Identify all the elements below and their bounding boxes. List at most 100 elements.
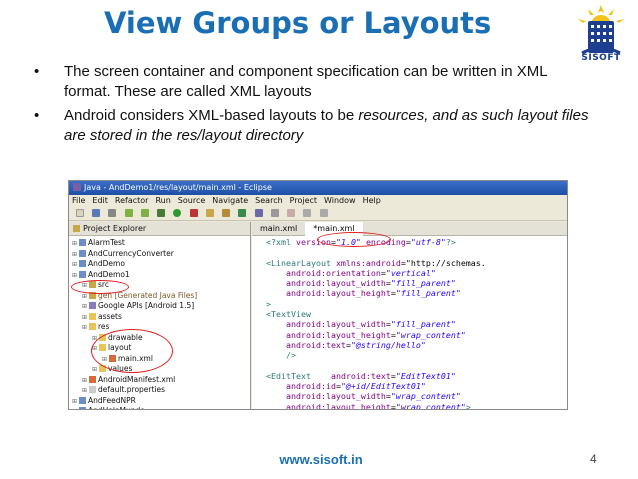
tree-item[interactable]: ⊞ AndHolaMundo [69,406,250,409]
android-sdk-icon [124,209,133,217]
bullet-dot-icon: • [34,107,40,124]
menu-refactor[interactable]: Refactor [115,196,149,205]
back-icon [303,209,312,217]
tree-item[interactable]: ⊞ res [69,322,250,333]
expand-toggle-icon[interactable]: ⊞ [72,239,79,250]
code-line: android:orientation="vertical" [285,267,436,278]
code-line: android:layout_width="fill_parent" [285,319,456,330]
project-icon [79,270,86,278]
open-type-icon [254,209,263,217]
bullet-text: The screen container and component speci… [64,63,548,100]
expand-toggle-icon[interactable]: ⊞ [72,271,79,282]
tree-item-label: AlarmTest [88,238,125,247]
new-class-icon [238,209,247,217]
run-icon [173,209,182,217]
eclipse-screenshot: Java - AndDemo1/res/layout/main.xml - Ec… [68,180,568,410]
tree-item[interactable]: ⊞ AndDemo1 [69,270,250,281]
logo-emblem [578,5,624,55]
eclipse-app-icon [73,183,81,191]
tab-main-xml[interactable]: main.xml [252,222,305,236]
menu-navigate[interactable]: Navigate [212,196,248,205]
code-line: android:id="@+id/EditText01" [285,381,426,392]
code-area[interactable]: <?xml version="1.0" encoding="utf-8"?> <… [252,236,567,410]
project-explorer-title: Project Explorer [83,224,147,233]
code-line: <LinearLayout xmlns:android="http://sche… [266,257,486,268]
search-icon [270,209,279,217]
tree-item-label: AndDemo [88,259,125,268]
bullet-item: • The screen container and component spe… [34,62,594,102]
bullet-list: • The screen container and component spe… [34,62,594,150]
tree-item[interactable]: ⊞ AndFeedNPR [69,396,250,407]
menu-window[interactable]: Window [324,196,356,205]
menu-run[interactable]: Run [155,196,170,205]
code-line: <TextView [266,309,311,320]
bullet-text: Android considers XML-based layouts to b… [64,107,359,124]
explorer-icon [73,225,80,232]
highlight-circle-layout [91,329,173,373]
window-titlebar: Java - AndDemo1/res/layout/main.xml - Ec… [69,181,567,195]
external-tools-icon [189,209,198,217]
menu-search[interactable]: Search [255,196,282,205]
project-icon [79,239,86,246]
library-icon [89,302,96,309]
code-line: android:layout_width="wrap_content" [285,391,461,402]
editor-tabs: main.xml *main.xml [252,222,567,236]
menu-edit[interactable]: Edit [92,196,108,205]
code-line: android:layout_height="fill_parent" [285,288,461,299]
menu-bar: File Edit Refactor Run Source Navigate Search P… [69,195,567,207]
code-line: <?xml version="1.0" encoding="utf-8"?> [266,237,456,247]
tree-item-label: AndCurrencyConverter [88,248,174,258]
code-line: android:layout_height="wrap_content"> [285,401,471,410]
project-icon [79,260,86,267]
page-number: 4 [590,452,597,466]
tree-item[interactable]: ⊞ default.properties [69,385,250,396]
tree-item-label: AndroidManifest.xml [98,374,176,384]
tree-item-label: assets [98,311,122,321]
folder-icon [89,323,96,330]
code-line: > [266,298,271,309]
new-package-icon [222,209,231,217]
new-icon [76,209,84,217]
expand-toggle-icon[interactable]: ⊞ [82,323,89,334]
code-line: /> [285,350,296,361]
project-icon [79,396,86,404]
tree-item[interactable]: ⊞ AndroidManifest.xml [69,375,250,386]
expand-toggle-icon[interactable]: ⊞ [72,260,79,271]
tree-item[interactable]: ⊞ Google APIs [Android 1.5] [69,301,250,312]
highlight-circle-project [71,280,129,294]
tree-item-label: res [98,322,110,331]
forward-icon [319,209,328,217]
tree-item[interactable]: ⊞ AlarmTest [69,238,250,249]
code-line: <EditText android:text="EditText01" [266,370,456,381]
file-icon [89,386,96,393]
tree-item-label: AndHolaMundo [88,406,145,409]
tree-item[interactable]: ⊞ assets [69,312,250,323]
project-explorer-header: Project Explorer [69,222,250,236]
debug-icon [157,209,166,217]
footer-url[interactable]: www.sisoft.in [266,452,376,467]
menu-source[interactable]: Source [178,196,205,205]
toolbar [69,207,567,221]
menu-project[interactable]: Project [290,196,317,205]
new-java-project-icon [205,209,214,217]
tree-item[interactable]: ⊞ AndDemo [69,259,250,270]
expand-toggle-icon[interactable]: ⊞ [72,407,79,409]
window-title: Java - AndDemo1/res/layout/main.xml - Ec… [84,183,272,192]
code-line: android:layout_height="wrap_content" [285,329,466,340]
tree-item[interactable]: ⊞ AndCurrencyConverter [69,249,250,260]
code-line: android:text="@string/hello" [285,339,426,350]
folder-icon [89,312,96,320]
menu-help[interactable]: Help [363,196,381,205]
bullet-dot-icon: • [34,63,40,80]
xml-editor: main.xml *main.xml <?xml version="1.0" en… [252,222,567,410]
tree-item-label: default.properties [98,385,166,394]
xml-file-icon [89,375,96,383]
menu-file[interactable]: File [72,196,85,205]
expand-toggle-icon[interactable]: ⊞ [82,302,89,313]
project-tree: ⊞ AlarmTest ⊞ AndCurrencyConverter ⊞ AndDemo ⊞… [69,236,250,409]
slide-title: View Groups or Layouts [104,6,492,40]
tree-item-label: AndDemo1 [88,269,130,279]
android-avd-icon [140,209,149,217]
